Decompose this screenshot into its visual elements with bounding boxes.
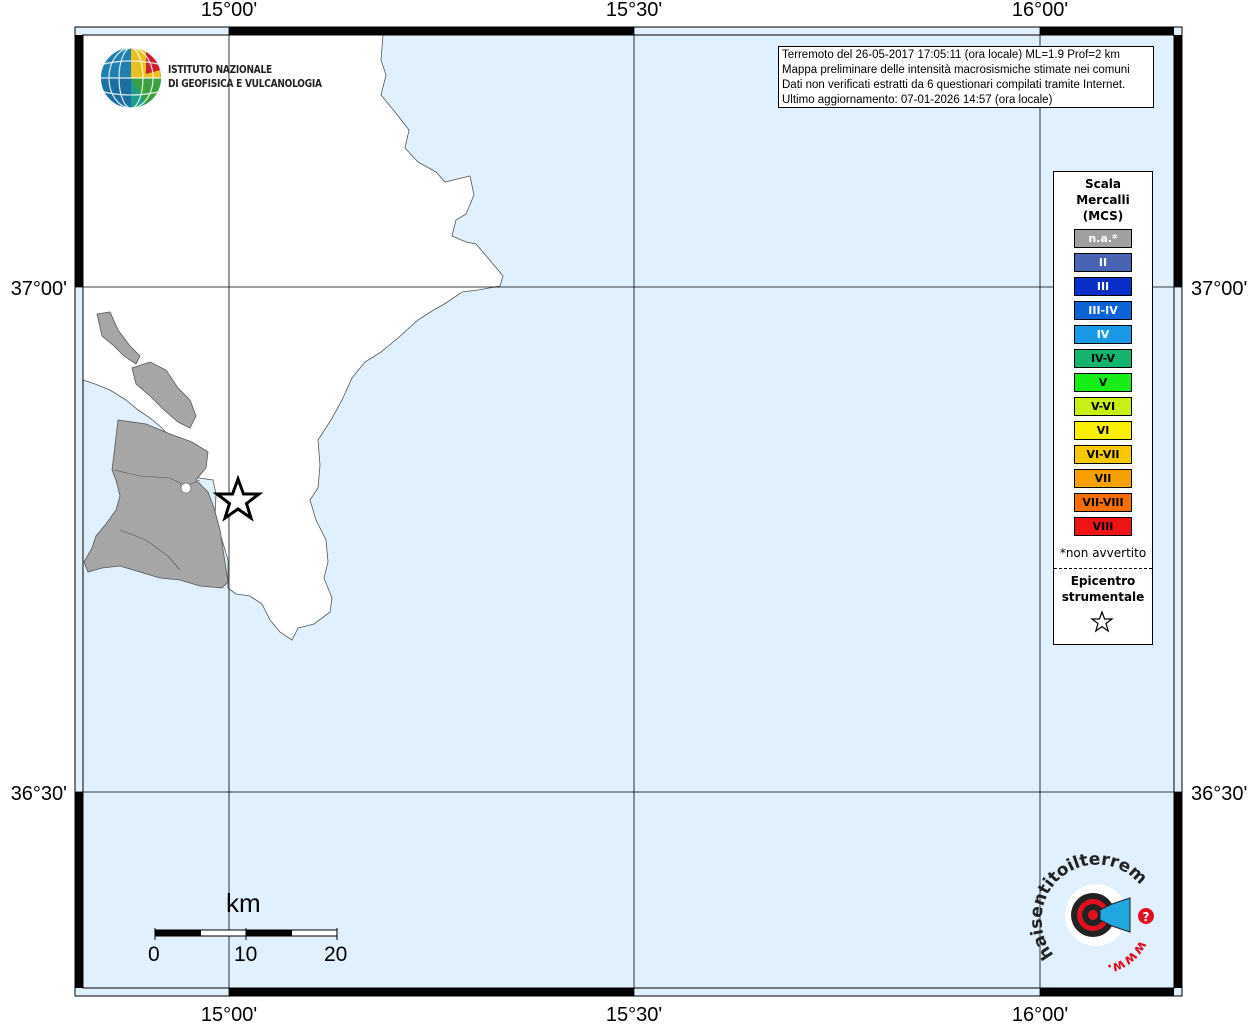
legend-separator bbox=[1054, 568, 1152, 569]
lat-label-right-37-00: 37°00' bbox=[1191, 278, 1247, 300]
lon-label-bottom-15-30: 15°30' bbox=[606, 1004, 662, 1024]
mcs-legend: Scala Mercalli (MCS) n.a.* II III III-IV IV I… bbox=[1053, 171, 1153, 645]
lat-label-left-36-30: 36°30' bbox=[11, 783, 67, 805]
logo-line-1: ISTITUTO NAZIONALE bbox=[168, 63, 272, 76]
lat-label-left-37-00: 37°00' bbox=[11, 278, 67, 300]
lon-label-bottom-16-00: 16°00' bbox=[1012, 1004, 1068, 1024]
legend-item-3: III-IV bbox=[1074, 301, 1132, 320]
legend-item-0: n.a.* bbox=[1074, 229, 1132, 248]
ingv-logo-text: ISTITUTO NAZIONALE DI GEOFISICA E VULCAN… bbox=[168, 63, 322, 91]
legend-epicenter-label: Epicentro strumentale bbox=[1054, 573, 1152, 605]
legend-item-6: V bbox=[1074, 373, 1132, 392]
legend-title-line-2: Mercalli bbox=[1076, 193, 1130, 207]
legend-item-11: VII-VIII bbox=[1074, 493, 1132, 512]
legend-epicenter-line-2: strumentale bbox=[1061, 590, 1145, 604]
lon-label-top-16-00: 16°00' bbox=[1012, 0, 1068, 21]
legend-item-4: IV bbox=[1074, 325, 1132, 344]
lon-label-bottom-15-00: 15°00' bbox=[201, 1004, 257, 1024]
legend-title-line-1: Scala bbox=[1084, 177, 1122, 191]
lon-label-top-15-30: 15°30' bbox=[606, 0, 662, 21]
logo-line-2: DI GEOFISICA E VULCANOLOGIA bbox=[168, 77, 322, 90]
legend-item-8: VI bbox=[1074, 421, 1132, 440]
legend-title-line-3: (MCS) bbox=[1082, 209, 1124, 223]
legend-item-10: VII bbox=[1074, 469, 1132, 488]
scale-label-20: 20 bbox=[324, 943, 348, 966]
legend-note: *non avvertito bbox=[1059, 546, 1147, 560]
legend-title: Scala Mercalli (MCS) bbox=[1054, 176, 1152, 224]
legend-item-7: V-VI bbox=[1074, 397, 1132, 416]
ingv-globe-icon bbox=[101, 47, 161, 109]
scale-label-10: 10 bbox=[234, 943, 258, 966]
legend-item-12: VIII bbox=[1074, 517, 1132, 536]
info-line-1: Terremoto del 26-05-2017 17:05:11 (ora l… bbox=[782, 49, 1120, 61]
scale-label-0: 0 bbox=[148, 943, 160, 966]
info-line-2: Mappa preliminare delle intensità macros… bbox=[782, 64, 1130, 76]
lon-label-top-15-00: 15°00' bbox=[201, 0, 257, 21]
info-line-3: Dati non verificati estratti da 6 questi… bbox=[782, 79, 1126, 91]
legend-item-1: II bbox=[1074, 253, 1132, 272]
legend-item-9: VI-VII bbox=[1074, 445, 1132, 464]
legend-item-2: III bbox=[1074, 277, 1132, 296]
legend-star-icon bbox=[1090, 610, 1114, 633]
event-info-box: Terremoto del 26-05-2017 17:05:11 (ora l… bbox=[778, 46, 1154, 108]
lagoon bbox=[180, 482, 192, 494]
scale-unit-label: km bbox=[226, 888, 261, 918]
legend-epicenter-line-1: Epicentro bbox=[1070, 574, 1136, 588]
badge-question-mark: ? bbox=[1143, 910, 1150, 924]
info-line-4: Ultimo aggiornamento: 07-01-2026 14:57 (… bbox=[782, 94, 1053, 106]
legend-item-5: IV-V bbox=[1074, 349, 1132, 368]
lat-label-right-36-30: 36°30' bbox=[1191, 783, 1247, 805]
